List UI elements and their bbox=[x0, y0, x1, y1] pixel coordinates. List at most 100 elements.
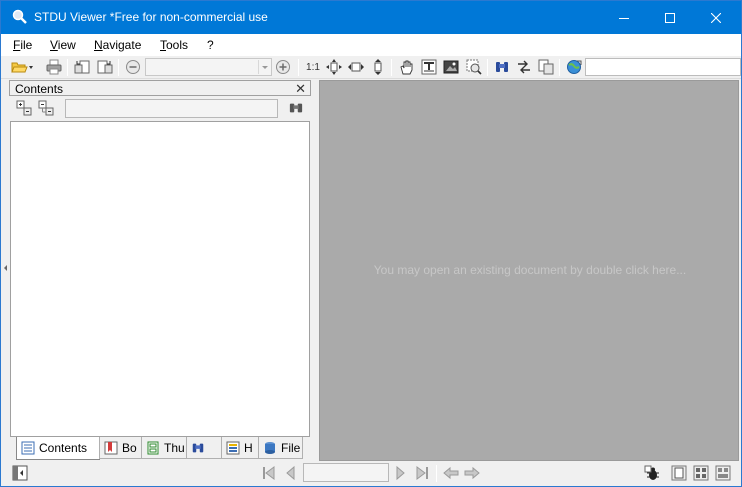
expand-tree-icon bbox=[16, 100, 32, 116]
menu-bar: File View Navigate Tools ? bbox=[1, 34, 741, 56]
last-page-icon bbox=[416, 466, 428, 480]
chevron-down-icon[interactable] bbox=[258, 60, 270, 74]
fit-page-button[interactable] bbox=[326, 59, 342, 75]
compare-button[interactable] bbox=[516, 59, 532, 75]
menu-navigate[interactable]: Navigate bbox=[94, 38, 141, 52]
select-image-button[interactable] bbox=[443, 59, 459, 75]
close-panel-icon[interactable]: ✕ bbox=[295, 81, 306, 97]
thumbnails-icon bbox=[147, 441, 159, 454]
magnifier-button[interactable] bbox=[466, 59, 482, 75]
page-number-input[interactable] bbox=[303, 463, 389, 482]
minimize-icon bbox=[619, 17, 629, 19]
maximize-icon bbox=[665, 12, 675, 23]
first-page-button[interactable] bbox=[261, 465, 277, 481]
rotate-left-button[interactable] bbox=[74, 59, 90, 75]
web-search-button[interactable] bbox=[566, 59, 582, 75]
fit-height-button[interactable] bbox=[370, 59, 386, 75]
select-image-icon bbox=[443, 60, 459, 74]
contents-panel: Contents ✕ Contents Bo Thu H File bbox=[9, 80, 311, 461]
toolbar-separator bbox=[559, 59, 560, 76]
tab-search[interactable] bbox=[186, 437, 222, 459]
toolbar-separator bbox=[67, 59, 68, 76]
select-text-button[interactable] bbox=[421, 59, 437, 75]
statusbar-separator bbox=[436, 465, 437, 482]
last-page-button[interactable] bbox=[414, 465, 430, 481]
continuous-view-button[interactable] bbox=[693, 465, 709, 481]
expand-all-button[interactable] bbox=[16, 100, 32, 116]
highlights-icon bbox=[226, 441, 240, 454]
back-arrow-icon bbox=[443, 466, 459, 480]
panel-header: Contents ✕ bbox=[9, 80, 311, 96]
go-forward-button[interactable] bbox=[464, 465, 480, 481]
facing-view-button[interactable] bbox=[715, 465, 731, 481]
tab-file-properties[interactable]: File bbox=[258, 437, 303, 459]
toolbar-separator bbox=[298, 59, 299, 76]
next-page-button[interactable] bbox=[392, 465, 408, 481]
fit-page-icon bbox=[326, 59, 342, 75]
forward-arrow-icon bbox=[464, 466, 480, 480]
minimize-button[interactable] bbox=[601, 1, 647, 34]
collapse-all-button[interactable] bbox=[38, 100, 54, 116]
zoom-out-icon bbox=[126, 60, 140, 74]
copy-icon bbox=[538, 59, 554, 75]
file-properties-icon bbox=[265, 441, 275, 454]
previous-page-button[interactable] bbox=[283, 465, 299, 481]
window-title: STDU Viewer *Free for non-commercial use bbox=[34, 10, 268, 24]
grid-view-icon bbox=[693, 465, 709, 481]
search-input[interactable] bbox=[585, 58, 741, 76]
select-text-icon bbox=[421, 59, 437, 75]
tab-contents[interactable]: Contents bbox=[16, 437, 100, 460]
single-page-view-button[interactable] bbox=[671, 465, 687, 481]
fit-width-button[interactable] bbox=[348, 59, 364, 75]
panel-find-button[interactable] bbox=[289, 101, 303, 115]
single-page-icon bbox=[671, 465, 687, 481]
copy-button[interactable] bbox=[538, 59, 554, 75]
close-button[interactable] bbox=[693, 1, 739, 34]
zoom-combo[interactable] bbox=[145, 58, 272, 76]
zoom-in-icon bbox=[276, 60, 290, 74]
document-view[interactable]: You may open an existing document by dou… bbox=[319, 80, 739, 461]
zoom-in-button[interactable] bbox=[275, 59, 291, 75]
binoculars-icon bbox=[496, 62, 508, 72]
bug-icon bbox=[644, 465, 659, 480]
previous-page-icon bbox=[286, 465, 295, 481]
tab-highlights-label: H bbox=[244, 440, 253, 455]
tab-contents-label: Contents bbox=[39, 441, 88, 455]
toolbar-separator bbox=[391, 59, 392, 76]
tab-highlights[interactable]: H bbox=[221, 437, 259, 459]
menu-view[interactable]: View bbox=[50, 38, 76, 52]
rotate-right-button[interactable] bbox=[97, 59, 113, 75]
zoom-out-button[interactable] bbox=[125, 59, 141, 75]
first-page-icon bbox=[263, 466, 275, 480]
panel-search-input[interactable] bbox=[65, 99, 278, 118]
toggle-side-panel-button[interactable] bbox=[12, 465, 28, 481]
find-button[interactable] bbox=[494, 59, 510, 75]
maximize-button[interactable] bbox=[647, 1, 693, 34]
open-file-button[interactable] bbox=[11, 59, 33, 75]
app-window: STDU Viewer *Free for non-commercial use… bbox=[0, 0, 742, 487]
tab-file-properties-label: File bbox=[281, 440, 301, 455]
menu-file[interactable]: File bbox=[13, 38, 32, 52]
menu-tools[interactable]: Tools bbox=[160, 38, 188, 52]
hand-tool-button[interactable] bbox=[399, 59, 415, 75]
bug-report-button[interactable] bbox=[644, 465, 660, 481]
facing-pages-icon bbox=[715, 465, 731, 481]
go-back-button[interactable] bbox=[443, 465, 459, 481]
contents-tree[interactable] bbox=[10, 121, 310, 437]
printer-icon bbox=[46, 59, 62, 75]
title-bar[interactable]: STDU Viewer *Free for non-commercial use bbox=[1, 1, 741, 34]
splitter-grip-icon[interactable] bbox=[4, 265, 7, 271]
contents-icon bbox=[21, 441, 35, 455]
tab-bookmarks[interactable]: Bo bbox=[99, 437, 142, 459]
stdu-app-icon[interactable] bbox=[12, 9, 28, 25]
menu-help[interactable]: ? bbox=[207, 38, 214, 52]
side-panel-icon bbox=[12, 465, 28, 481]
fit-height-icon bbox=[374, 59, 382, 75]
status-bar bbox=[1, 461, 741, 486]
actual-size-button[interactable]: 1:1 bbox=[305, 59, 321, 75]
open-document-hint[interactable]: You may open an existing document by dou… bbox=[320, 263, 740, 277]
magnifier-icon bbox=[466, 59, 482, 75]
toolbar-separator bbox=[118, 59, 119, 76]
tab-thumbnails[interactable]: Thu bbox=[141, 437, 187, 459]
print-button[interactable] bbox=[46, 59, 62, 75]
